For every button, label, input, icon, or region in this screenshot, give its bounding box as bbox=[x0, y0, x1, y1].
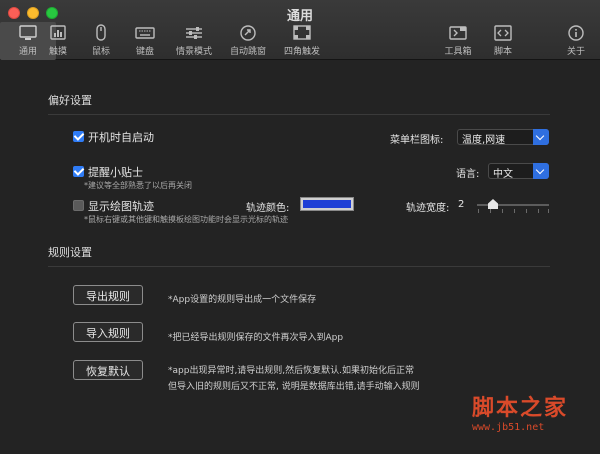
touch-icon bbox=[50, 25, 66, 40]
slider-tick bbox=[502, 209, 503, 213]
corners-icon bbox=[293, 25, 311, 40]
trail-width-value: 2 bbox=[458, 199, 465, 210]
restore-defaults-note-line1: *app出现异常时,请导出规则,然后恢复默认.如果初始化后正常 bbox=[168, 366, 415, 376]
tab-script[interactable]: 脚本 bbox=[475, 22, 531, 60]
import-rules-note: *把已经导出规则保存的文件再次导入到App bbox=[168, 333, 344, 343]
tab-scenes-label: 情景模式 bbox=[175, 47, 212, 57]
tab-scenes[interactable]: 情景模式 bbox=[166, 22, 222, 60]
trail-width-label: 轨迹宽度: bbox=[406, 203, 450, 214]
watermark: 脚本之家 www.jb51.net bbox=[472, 390, 592, 450]
sliders-icon bbox=[186, 27, 202, 39]
mouse-icon bbox=[96, 24, 106, 41]
slider-tick bbox=[526, 209, 527, 213]
script-icon bbox=[494, 25, 512, 41]
preferences-section-title: 偏好设置 bbox=[48, 94, 92, 107]
show-trail-label: 显示绘图轨迹 bbox=[88, 200, 154, 213]
menubar-icon-label: 菜单栏图标: bbox=[390, 135, 444, 146]
slider-tick bbox=[538, 209, 539, 213]
trail-color-well[interactable] bbox=[300, 197, 354, 211]
slider-tick bbox=[548, 209, 549, 213]
tab-corners-label: 四角触发 bbox=[283, 47, 320, 57]
auto-jump-icon bbox=[240, 25, 256, 41]
tab-about[interactable]: 关于 bbox=[553, 22, 599, 60]
menubar-icon-value: 温度,网速 bbox=[462, 135, 506, 146]
slider-tick bbox=[514, 209, 515, 213]
show-trail-checkbox[interactable] bbox=[73, 200, 84, 211]
chevron-down-icon bbox=[533, 129, 549, 145]
slider-tick bbox=[490, 209, 491, 213]
rules-divider bbox=[48, 266, 550, 267]
language-label: 语言: bbox=[456, 169, 480, 180]
slider-tick bbox=[478, 209, 479, 213]
language-value: 中文 bbox=[493, 169, 513, 180]
toolbar: 通用 通用 触摸 鼠标 键盘 情景模式 自动跳窗 四角触发 工具箱 脚本 关于 bbox=[0, 0, 600, 60]
watermark-url: www.jb51.net bbox=[472, 422, 545, 433]
watermark-text: 脚本之家 bbox=[472, 396, 569, 421]
toolbox-icon bbox=[449, 26, 467, 40]
restore-defaults-button[interactable]: 恢复默认 bbox=[73, 360, 143, 380]
trail-width-slider[interactable] bbox=[477, 204, 549, 206]
preferences-divider bbox=[48, 114, 550, 115]
tab-keyboard[interactable]: 键盘 bbox=[117, 22, 173, 60]
export-rules-button[interactable]: 导出规则 bbox=[73, 285, 143, 305]
tips-note: *建议等全部熟悉了以后再关闭 bbox=[84, 181, 192, 190]
tips-checkbox[interactable] bbox=[73, 166, 84, 177]
rules-section-title: 规则设置 bbox=[48, 246, 92, 259]
trail-color-swatch bbox=[303, 200, 351, 208]
tab-auto-jump-label: 自动跳窗 bbox=[229, 47, 266, 57]
tab-about-label: 关于 bbox=[566, 47, 585, 57]
trail-color-label: 轨迹颜色: bbox=[246, 203, 290, 214]
language-select[interactable]: 中文 bbox=[488, 163, 549, 180]
import-rules-button[interactable]: 导入规则 bbox=[73, 322, 143, 342]
show-trail-note: *鼠标右键或其他键和触摸板绘图功能时会显示光标的轨迹 bbox=[84, 215, 288, 224]
launch-at-login-checkbox[interactable] bbox=[73, 131, 84, 142]
tab-auto-jump[interactable]: 自动跳窗 bbox=[220, 22, 276, 60]
info-icon bbox=[568, 25, 584, 41]
menubar-icon-select[interactable]: 温度,网速 bbox=[457, 129, 549, 146]
launch-at-login-label: 开机时自启动 bbox=[88, 131, 154, 144]
chevron-down-icon bbox=[533, 163, 549, 179]
export-rules-note: *App设置的规则导出成一个文件保存 bbox=[168, 295, 317, 305]
trail-width-slider-thumb[interactable] bbox=[488, 199, 498, 209]
keyboard-icon bbox=[135, 27, 155, 39]
preferences-window: 通用 通用 触摸 鼠标 键盘 情景模式 自动跳窗 四角触发 工具箱 脚本 关于 … bbox=[0, 0, 600, 454]
tab-script-label: 脚本 bbox=[493, 47, 512, 57]
tab-keyboard-label: 键盘 bbox=[135, 47, 154, 57]
tab-corners[interactable]: 四角触发 bbox=[274, 22, 330, 60]
restore-defaults-note-line2: 但导入旧的规则后又不正常, 说明是数据库出错,请手动输入规则 bbox=[168, 382, 420, 392]
tips-label: 提醒小贴士 bbox=[88, 166, 143, 179]
